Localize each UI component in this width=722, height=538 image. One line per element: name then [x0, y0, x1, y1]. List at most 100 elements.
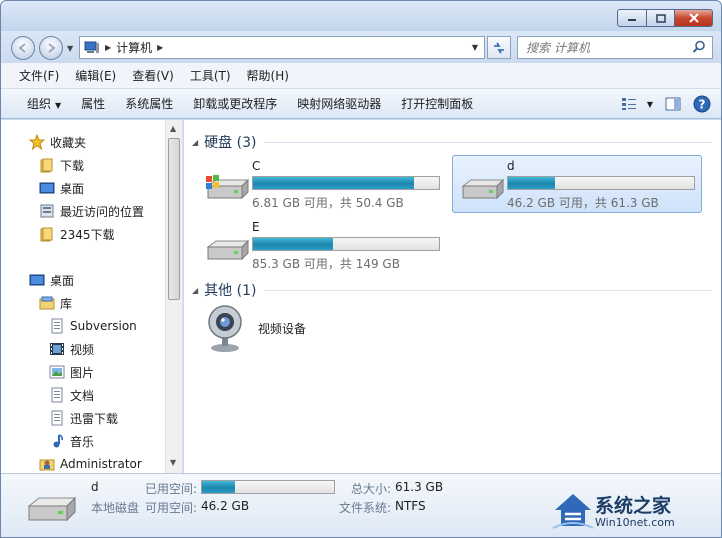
open-control-panel-button[interactable]: 打开控制面板: [391, 95, 483, 112]
nav-desktop[interactable]: 桌面: [39, 178, 84, 198]
library-icon: [39, 296, 55, 310]
nav-documents[interactable]: 文档: [49, 385, 94, 405]
details-free-value: 46.2 GB: [201, 499, 250, 513]
arrow-left-icon: [18, 43, 26, 53]
search-icon[interactable]: [692, 40, 706, 54]
nav-pictures-label: 图片: [70, 365, 95, 380]
nav-2345-downloads-label: 2345下载: [60, 227, 115, 242]
nav-downloads[interactable]: 下载: [39, 155, 84, 175]
forward-button[interactable]: [39, 36, 63, 60]
address-dropdown-icon[interactable]: ▼: [472, 43, 478, 52]
drive-space-info: 46.2 GB 可用，共 61.3 GB: [507, 196, 659, 210]
chevron-down-icon: ▼: [646, 99, 653, 109]
navigation-pane: 收藏夹 下载 桌面 最近访问的位置 2345下载 桌面 库 Subversion…: [1, 120, 183, 473]
group-title: 其他 (1): [204, 283, 257, 299]
nav-subversion[interactable]: Subversion: [49, 316, 137, 336]
drive-name: C: [252, 159, 261, 173]
nav-administrator[interactable]: Administrator: [39, 454, 142, 474]
organize-button[interactable]: 组织 ▼: [17, 95, 71, 112]
view-list-icon: [621, 98, 636, 110]
drive-d[interactable]: d 46.2 GB 可用，共 61.3 GB: [452, 155, 702, 213]
drive-usage-fill: [253, 177, 414, 189]
change-view-button[interactable]: ▼: [621, 97, 653, 111]
nav-recent-places[interactable]: 最近访问的位置: [39, 201, 144, 221]
close-icon: [688, 13, 699, 23]
nav-scrollbar[interactable]: ▲ ▼: [165, 120, 182, 473]
menu-file[interactable]: 文件(F): [11, 67, 67, 84]
explorer-window: ▼ ▶ 计算机 ▶ ▼ 文件(F) 编辑(E) 查看(V) 工具(T) 帮助(H…: [0, 0, 722, 538]
breadcrumb-separator-icon[interactable]: ▶: [105, 43, 111, 52]
back-button[interactable]: [11, 36, 35, 60]
menu-view[interactable]: 查看(V): [124, 67, 182, 84]
refresh-button[interactable]: [487, 36, 511, 59]
drive-space-info: 6.81 GB 可用，共 50.4 GB: [252, 196, 404, 210]
drive-c[interactable]: C 6.81 GB 可用，共 50.4 GB: [198, 156, 448, 214]
organize-label: 组织: [27, 97, 52, 111]
scroll-thumb[interactable]: [168, 138, 180, 300]
drive-usage-bar: [252, 237, 440, 251]
refresh-icon: [494, 42, 504, 53]
nav-recent-places-label: 最近访问的位置: [60, 204, 145, 219]
nav-libraries-label: 库: [60, 296, 73, 311]
caption-buttons: [617, 9, 713, 27]
video-device[interactable]: 视频设备: [204, 302, 306, 354]
scroll-up-icon[interactable]: ▲: [170, 124, 176, 133]
group-header-hard-disks[interactable]: ◢ 硬盘 (3): [192, 132, 712, 152]
drive-e[interactable]: E 85.3 GB 可用，共 149 GB: [198, 217, 448, 275]
watermark-brand: 系统之家: [595, 495, 672, 517]
collapse-triangle-icon[interactable]: ◢: [192, 286, 198, 295]
map-network-drive-button[interactable]: 映射网络驱动器: [287, 95, 391, 112]
nav-music-label: 音乐: [70, 434, 95, 449]
drive-space-info: 85.3 GB 可用，共 149 GB: [252, 257, 400, 271]
nav-pictures[interactable]: 图片: [49, 362, 94, 382]
drive-name: E: [252, 220, 260, 234]
details-total-label: 总大小:: [351, 482, 392, 496]
menu-help[interactable]: 帮助(H): [239, 67, 297, 84]
search-box[interactable]: [517, 36, 713, 59]
scroll-down-icon[interactable]: ▼: [170, 458, 176, 467]
group-title: 硬盘 (3): [204, 135, 257, 151]
nav-2345-downloads[interactable]: 2345下载: [39, 224, 115, 244]
preview-pane-icon[interactable]: [665, 97, 681, 111]
group-header-other[interactable]: ◢ 其他 (1): [192, 280, 712, 300]
details-drive-type: 本地磁盘: [91, 501, 140, 515]
uninstall-program-button[interactable]: 卸载或更改程序: [183, 95, 287, 112]
nav-thunder-downloads-label: 迅雷下载: [70, 411, 119, 426]
svg-text:?: ?: [699, 98, 706, 112]
nav-administrator-label: Administrator: [60, 457, 142, 471]
webcam-icon: [208, 305, 242, 352]
content-pane: ◢ 硬盘 (3) C 6.81 GB 可用，共 50.4 GB d 46.2 G…: [184, 120, 721, 473]
nav-favorites-label: 收藏夹: [50, 135, 87, 150]
details-total-value: 61.3 GB: [395, 480, 444, 494]
properties-button[interactable]: 属性: [71, 95, 115, 112]
video-icon: [50, 343, 64, 355]
search-input[interactable]: [518, 37, 683, 58]
watermark-site: Win10net.com: [595, 516, 675, 529]
recent-pages-dropdown[interactable]: ▼: [67, 44, 73, 53]
nav-videos[interactable]: 视频: [49, 339, 94, 359]
command-bar: 组织 ▼ 属性 系统属性 卸载或更改程序 映射网络驱动器 打开控制面板 ▼ ?: [1, 89, 721, 119]
close-button[interactable]: [675, 9, 713, 27]
nav-music[interactable]: 音乐: [49, 431, 94, 451]
system-properties-button[interactable]: 系统属性: [115, 95, 183, 112]
nav-favorites[interactable]: 收藏夹: [29, 132, 86, 152]
desktop-icon: [39, 182, 55, 194]
collapse-triangle-icon[interactable]: ◢: [192, 138, 198, 147]
nav-thunder-downloads[interactable]: 迅雷下载: [49, 408, 118, 428]
menu-edit[interactable]: 编辑(E): [67, 67, 124, 84]
nav-subversion-label: Subversion: [70, 319, 137, 333]
nav-desktop-label: 桌面: [60, 181, 85, 196]
watermark: 系统之家 Win10net.com: [551, 486, 721, 536]
help-icon[interactable]: ?: [693, 95, 711, 113]
system-drive-icon: [206, 175, 250, 200]
breadcrumb-separator-icon[interactable]: ▶: [157, 43, 163, 52]
menu-tools[interactable]: 工具(T): [182, 67, 239, 84]
minimize-button[interactable]: [617, 9, 647, 27]
desktop-icon: [29, 274, 45, 286]
breadcrumb-computer[interactable]: 计算机: [116, 39, 152, 56]
navigation-bar: ▼ ▶ 计算机 ▶ ▼: [1, 31, 721, 63]
maximize-button[interactable]: [647, 9, 675, 27]
nav-libraries[interactable]: 库: [39, 293, 72, 313]
nav-desktop-root[interactable]: 桌面: [29, 270, 74, 290]
address-bar[interactable]: ▶ 计算机 ▶ ▼: [79, 36, 485, 59]
